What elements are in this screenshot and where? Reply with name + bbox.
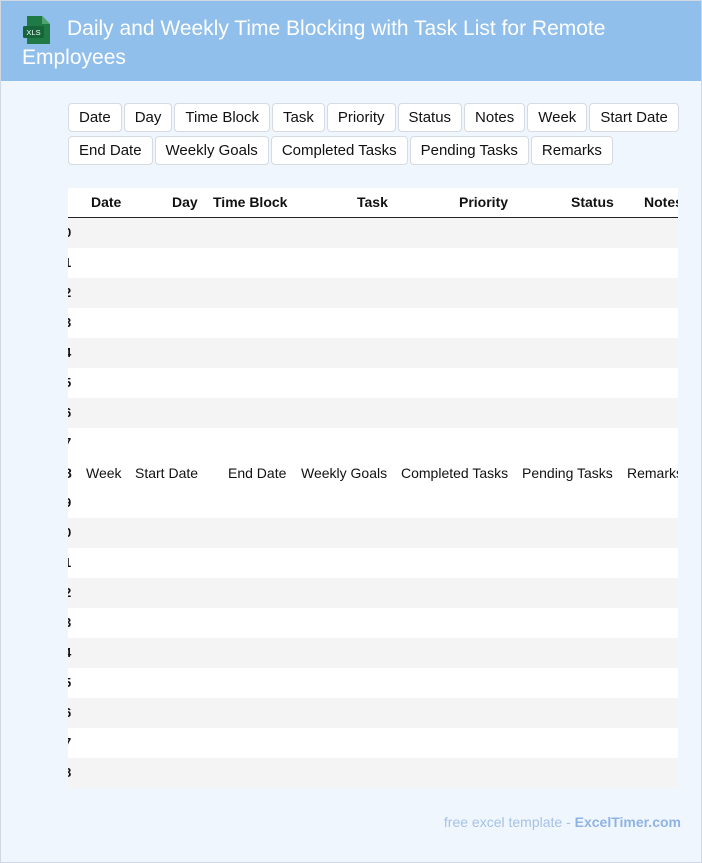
footer-credit: free excel template - ExcelTimer.com bbox=[444, 814, 681, 830]
table-row[interactable]: 4 bbox=[68, 338, 678, 368]
column-header-notes: Notes bbox=[644, 194, 678, 210]
row-number: 7 bbox=[68, 435, 71, 450]
table-row[interactable]: 7 bbox=[68, 728, 678, 758]
table-row[interactable]: 1 bbox=[68, 248, 678, 278]
table-row[interactable]: 6 bbox=[68, 398, 678, 428]
column-header-date: Date bbox=[91, 194, 122, 210]
row-number: 7 bbox=[68, 735, 71, 750]
row-number: 6 bbox=[68, 405, 71, 420]
row-number: 0 bbox=[68, 525, 71, 540]
weekly-header-completed-tasks: Completed Tasks bbox=[401, 465, 509, 481]
row-number: 9 bbox=[68, 495, 71, 510]
table-row[interactable]: 2 bbox=[68, 278, 678, 308]
field-chip-day[interactable]: Day bbox=[123, 103, 173, 132]
field-chip-pending-tasks[interactable]: Pending Tasks bbox=[409, 136, 529, 165]
weekly-header-remarks: Remarks bbox=[627, 465, 678, 481]
field-chip-start-date[interactable]: Start Date bbox=[589, 103, 679, 132]
table-row[interactable]: 0 bbox=[68, 518, 678, 548]
column-header-day: Day bbox=[172, 194, 198, 210]
column-header-task: Task bbox=[357, 194, 388, 210]
table-row[interactable]: 2 bbox=[68, 578, 678, 608]
row-number: 2 bbox=[68, 585, 71, 600]
column-header-priority: Priority bbox=[459, 194, 509, 210]
header-bar: XLS Daily and Weekly Time Blocking with … bbox=[1, 1, 701, 81]
field-chip-task[interactable]: Task bbox=[272, 103, 325, 132]
field-chip-date[interactable]: Date bbox=[68, 103, 122, 132]
field-chip-notes[interactable]: Notes bbox=[464, 103, 526, 132]
weekly-header-end-date: End Date bbox=[228, 465, 287, 481]
field-chip-status[interactable]: Status bbox=[397, 103, 463, 132]
field-chip-week[interactable]: Week bbox=[527, 103, 588, 132]
row-number: 3 bbox=[68, 615, 71, 630]
row-number: 4 bbox=[68, 345, 71, 360]
field-chip-completed-tasks[interactable]: Completed Tasks bbox=[270, 136, 408, 165]
table-row[interactable]: 3 bbox=[68, 308, 678, 338]
footer-prefix: free excel template - bbox=[443, 814, 575, 830]
field-chip-weekly-goals[interactable]: Weekly Goals bbox=[154, 136, 269, 165]
weekly-header-pending-tasks: Pending Tasks bbox=[522, 465, 613, 481]
table-row[interactable]: 5 bbox=[68, 368, 678, 398]
table-row[interactable]: 0 bbox=[68, 218, 678, 248]
weekly-header-weekly-goals: Weekly Goals bbox=[301, 465, 388, 481]
table-row[interactable]: 9 bbox=[68, 488, 678, 518]
field-chip-end-date[interactable]: End Date bbox=[68, 136, 153, 165]
column-header-time-block: Time Block bbox=[213, 194, 288, 210]
row-number: 1 bbox=[68, 255, 71, 270]
row-number: 1 bbox=[68, 555, 71, 570]
row-number: 5 bbox=[68, 675, 71, 690]
data-table: Date Day Time Block Task Priority Status Notes… bbox=[68, 188, 678, 788]
table-row[interactable]: 7 bbox=[68, 428, 678, 458]
row-number: 0 bbox=[68, 225, 71, 240]
column-header-status: Status bbox=[571, 194, 614, 210]
footer-brand-link[interactable]: ExcelTimer.com bbox=[575, 814, 681, 830]
row-number: 3 bbox=[68, 315, 71, 330]
field-chip-time-block[interactable]: Time Block bbox=[174, 103, 270, 132]
row-number: 4 bbox=[68, 645, 71, 660]
table-header: Date Day Time Block Task Priority Status Notes bbox=[68, 188, 678, 218]
table-row[interactable]: 1 bbox=[68, 548, 678, 578]
table-row[interactable]: 3 bbox=[68, 608, 678, 638]
row-number: 8 bbox=[68, 465, 72, 481]
page-title: Daily and Weekly Time Blocking with Task… bbox=[22, 17, 606, 69]
weekly-header-start-date: Start Date bbox=[135, 465, 199, 481]
weekly-header-row[interactable]: 8 Week Start Date End Date Weekly Goals Compl… bbox=[68, 458, 678, 488]
row-number: 2 bbox=[68, 285, 71, 300]
field-chip-remarks[interactable]: Remarks bbox=[530, 136, 613, 165]
field-chip-priority[interactable]: Priority bbox=[326, 103, 396, 132]
row-number: 5 bbox=[68, 375, 71, 390]
table-row[interactable]: 4 bbox=[68, 638, 678, 668]
row-number: 8 bbox=[68, 765, 71, 780]
field-chip-list: Date Day Time Block Task Priority Status Notes… bbox=[68, 103, 680, 165]
table-row[interactable]: 8 bbox=[68, 758, 678, 788]
weekly-header-week: Week bbox=[86, 465, 122, 481]
table-row[interactable]: 5 bbox=[68, 668, 678, 698]
row-number: 6 bbox=[68, 705, 71, 720]
table-row[interactable]: 6 bbox=[68, 698, 678, 728]
